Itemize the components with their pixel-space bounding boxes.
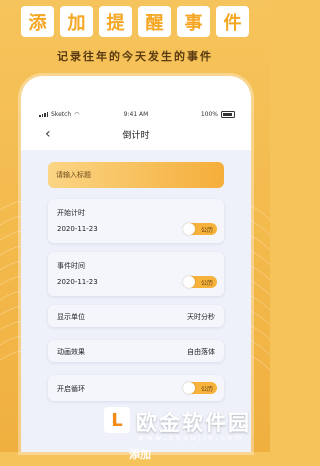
start-time-card[interactable]: 开始计时 2020-11-23 公历 bbox=[48, 199, 224, 243]
loop-toggle[interactable]: 公历 bbox=[183, 382, 217, 394]
display-unit-value[interactable]: 天时分秒 bbox=[187, 312, 215, 322]
battery-icon bbox=[221, 111, 235, 118]
toggle-knob bbox=[183, 382, 195, 394]
toggle-knob bbox=[183, 223, 195, 235]
battery-label: 100% bbox=[200, 111, 218, 118]
watermark-url: www.apoujin.com bbox=[138, 434, 245, 442]
start-calendar-toggle[interactable]: 公历 bbox=[183, 223, 217, 235]
toggle-label: 公历 bbox=[200, 280, 213, 287]
start-date-value[interactable]: 2020-11-23 bbox=[57, 225, 98, 233]
animation-row[interactable]: 动画效果 自由落体 bbox=[48, 340, 224, 362]
title-char: 醒 bbox=[138, 6, 171, 37]
toggle-label: 公历 bbox=[200, 386, 213, 393]
watermark-logo-icon: L bbox=[104, 407, 130, 433]
watermark-text: 欧金软件园 bbox=[136, 411, 251, 435]
display-unit-row[interactable]: 显示单位 天时分秒 bbox=[48, 305, 224, 327]
nav-bar: ‹ 倒计时 bbox=[21, 126, 251, 144]
title-input-card[interactable] bbox=[48, 162, 224, 188]
page-title: 添 加 提 醒 事 件 bbox=[0, 6, 270, 42]
loop-row[interactable]: 开启循环 公历 bbox=[48, 375, 224, 401]
battery-group: 100% bbox=[201, 111, 235, 118]
event-time-label: 事件时间 bbox=[57, 262, 85, 270]
toggle-knob bbox=[183, 276, 195, 288]
watermark: L 欧金软件园 www.apoujin.com bbox=[96, 405, 270, 452]
add-button[interactable]: 添加 bbox=[110, 446, 170, 466]
title-char: 加 bbox=[60, 6, 93, 37]
title-char: 事 bbox=[177, 6, 210, 37]
event-date-value[interactable]: 2020-11-23 bbox=[57, 278, 98, 286]
status-bar: Sketch ◠ 9:41 AM 100% bbox=[21, 109, 251, 121]
title-char: 提 bbox=[99, 6, 132, 37]
animation-label: 动画效果 bbox=[57, 348, 85, 356]
event-time-card[interactable]: 事件时间 2020-11-23 公历 bbox=[48, 252, 224, 296]
nav-title: 倒计时 bbox=[122, 131, 150, 141]
start-time-label: 开始计时 bbox=[57, 209, 85, 217]
loop-label: 开启循环 bbox=[57, 385, 85, 393]
animation-value[interactable]: 自由落体 bbox=[187, 347, 215, 357]
display-unit-label: 显示单位 bbox=[57, 313, 85, 321]
toggle-label: 公历 bbox=[200, 227, 213, 234]
event-calendar-toggle[interactable]: 公历 bbox=[183, 276, 217, 288]
title-input[interactable] bbox=[56, 170, 216, 180]
title-char: 件 bbox=[216, 6, 249, 37]
page-subtitle: 记录往年的今天发生的事件 bbox=[57, 50, 213, 63]
title-char: 添 bbox=[21, 6, 54, 37]
